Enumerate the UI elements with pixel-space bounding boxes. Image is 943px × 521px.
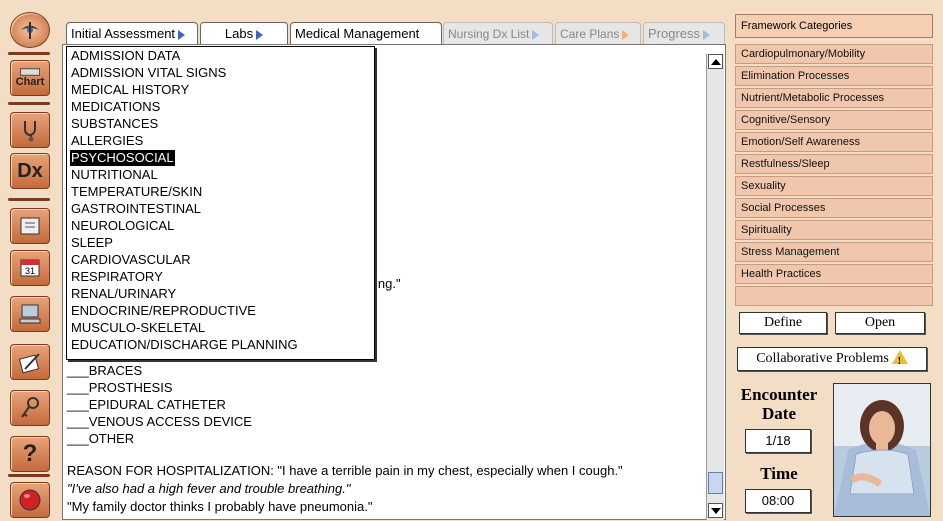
caduceus-logo-icon[interactable] (10, 12, 50, 48)
menu-item-cardiovascular[interactable]: CARDIOVASCULAR (70, 252, 192, 268)
key-button[interactable] (10, 390, 50, 426)
menu-item-education-discharge-planning[interactable]: EDUCATION/DISCHARGE PLANNING (70, 337, 299, 353)
up-arrow-icon (710, 58, 721, 65)
tab-label: Medical Management (295, 26, 420, 41)
device-item-braces: ___BRACES (67, 363, 143, 378)
category-cardiopulmonary-mobility[interactable]: Cardiopulmonary/Mobility (735, 44, 933, 64)
menu-item-nutritional[interactable]: NUTRITIONAL (70, 167, 159, 183)
computer-button[interactable] (10, 296, 50, 332)
scroll-up-button[interactable] (708, 54, 723, 69)
scroll-down-button[interactable] (708, 503, 723, 518)
open-button[interactable]: Open (835, 312, 925, 334)
drug-reference-button[interactable] (10, 208, 50, 244)
calendar-button[interactable]: 31 (10, 250, 50, 286)
category-nutrient-metabolic[interactable]: Nutrient/Metabolic Processes (735, 88, 933, 108)
menu-item-allergies[interactable]: ALLERGIES (70, 133, 144, 149)
tab-label: Care Plans (560, 27, 620, 41)
tab-labs[interactable]: Labs (200, 22, 288, 44)
menu-item-musculo-skeletal[interactable]: MUSCULO-SKELETAL (70, 320, 206, 336)
help-button[interactable]: ? (10, 436, 50, 472)
category-empty (735, 286, 933, 306)
right-arrow-icon (703, 29, 711, 40)
computer-icon (19, 304, 41, 324)
category-sexuality[interactable]: Sexuality (735, 176, 933, 196)
assessment-dropdown-menu[interactable]: ADMISSION DATA ADMISSION VITAL SIGNS MED… (66, 46, 375, 360)
time-value: 08:00 (745, 489, 811, 513)
tab-initial-assessment[interactable]: Initial Assessment (66, 22, 198, 44)
category-social-processes[interactable]: Social Processes (735, 198, 933, 218)
right-arrow-icon (178, 29, 186, 40)
patient-quote-fever: "I've also had a high fever and trouble … (67, 481, 351, 496)
menu-item-renal-urinary[interactable]: RENAL/URINARY (70, 286, 177, 302)
dx-button[interactable]: Dx (10, 153, 50, 189)
tab-label: Nursing Dx List (448, 27, 530, 41)
stop-button[interactable] (10, 482, 50, 518)
menu-item-medications[interactable]: MEDICATIONS (70, 99, 161, 115)
right-sidebar: Framework Categories Cardiopulmonary/Mob… (729, 0, 943, 521)
patient-photo (833, 383, 931, 517)
menu-item-psychosocial[interactable]: PSYCHOSOCIAL (70, 150, 175, 166)
menu-item-endocrine-reproductive[interactable]: ENDOCRINE/REPRODUCTIVE (70, 303, 257, 319)
stethoscope-icon (24, 121, 36, 142)
framework-categories-title: Framework Categories (735, 14, 933, 38)
menu-item-gastrointestinal[interactable]: GASTROINTESTINAL (70, 201, 202, 217)
key-icon (21, 397, 39, 418)
red-stop-icon (19, 489, 41, 511)
category-elimination-processes[interactable]: Elimination Processes (735, 66, 933, 86)
dx-label: Dx (17, 159, 43, 182)
notepad-button[interactable] (10, 344, 50, 380)
partial-text: ing." (375, 276, 401, 291)
encounter-date-label: Encounter Date (740, 385, 818, 423)
question-mark-icon: ? (22, 440, 38, 467)
tab-label: Progress (648, 26, 701, 41)
svg-text:31: 31 (25, 266, 35, 276)
device-item-epidural: ___EPIDURAL CATHETER (67, 397, 226, 412)
tab-progress[interactable]: Progress (643, 22, 725, 44)
tab-medical-management[interactable]: Medical Management (290, 22, 442, 44)
device-item-venous: ___VENOUS ACCESS DEVICE (67, 414, 252, 429)
pencil-notepad-icon (18, 353, 40, 374)
right-arrow-icon (622, 29, 630, 40)
menu-item-neurological[interactable]: NEUROLOGICAL (70, 218, 175, 234)
menu-item-sleep[interactable]: SLEEP (70, 235, 114, 251)
right-arrow-icon (532, 29, 540, 40)
category-restfulness-sleep[interactable]: Restfulness/Sleep (735, 154, 933, 174)
time-label: Time (760, 464, 798, 483)
collaborative-problems-button[interactable]: Collaborative Problems (737, 347, 927, 373)
right-arrow-icon (256, 29, 264, 40)
menu-item-substances[interactable]: SUBSTANCES (70, 116, 159, 132)
device-item-prosthesis: ___PROSTHESIS (67, 380, 173, 395)
tab-label: Labs (224, 26, 254, 41)
category-health-practices[interactable]: Health Practices (735, 264, 933, 284)
book-icon (20, 217, 40, 235)
reason-for-hospitalization: REASON FOR HOSPITALIZATION: "I have a te… (67, 463, 623, 478)
define-button[interactable]: Define (739, 312, 827, 334)
category-spirituality[interactable]: Spirituality (735, 220, 933, 240)
vertical-scrollbar[interactable] (706, 54, 724, 520)
category-stress-management[interactable]: Stress Management (735, 242, 933, 262)
encounter-date-value: 1/18 (745, 429, 811, 453)
category-emotion-self-awareness[interactable]: Emotion/Self Awareness (735, 132, 933, 152)
menu-item-admission-vital-signs[interactable]: ADMISSION VITAL SIGNS (70, 65, 227, 81)
tab-care-plans[interactable]: Care Plans (555, 22, 641, 44)
down-arrow-icon (710, 507, 721, 514)
patient-quote-pneumonia: "My family doctor thinks I probably have… (67, 499, 373, 514)
calendar-icon: 31 (20, 259, 40, 277)
menu-item-respiratory[interactable]: RESPIRATORY (70, 269, 164, 285)
warning-triangle-icon (891, 350, 908, 373)
device-item-other: ___OTHER (67, 431, 135, 446)
category-cognitive-sensory[interactable]: Cognitive/Sensory (735, 110, 933, 130)
menu-item-temperature-skin[interactable]: TEMPERATURE/SKIN (70, 184, 203, 200)
scroll-thumb[interactable] (708, 472, 723, 494)
chart-button[interactable]: Chart (10, 60, 50, 96)
tab-nursing-dx-list[interactable]: Nursing Dx List (443, 22, 553, 44)
stethoscope-button[interactable] (10, 112, 50, 148)
left-toolbar: Chart Dx 31 ? (0, 0, 60, 521)
chart-label: Chart (15, 76, 45, 88)
tab-label: Initial Assessment (71, 26, 176, 41)
collaborative-problems-label: Collaborative Problems (756, 351, 889, 366)
menu-item-admission-data[interactable]: ADMISSION DATA (70, 48, 181, 64)
menu-item-medical-history[interactable]: MEDICAL HISTORY (70, 82, 190, 98)
